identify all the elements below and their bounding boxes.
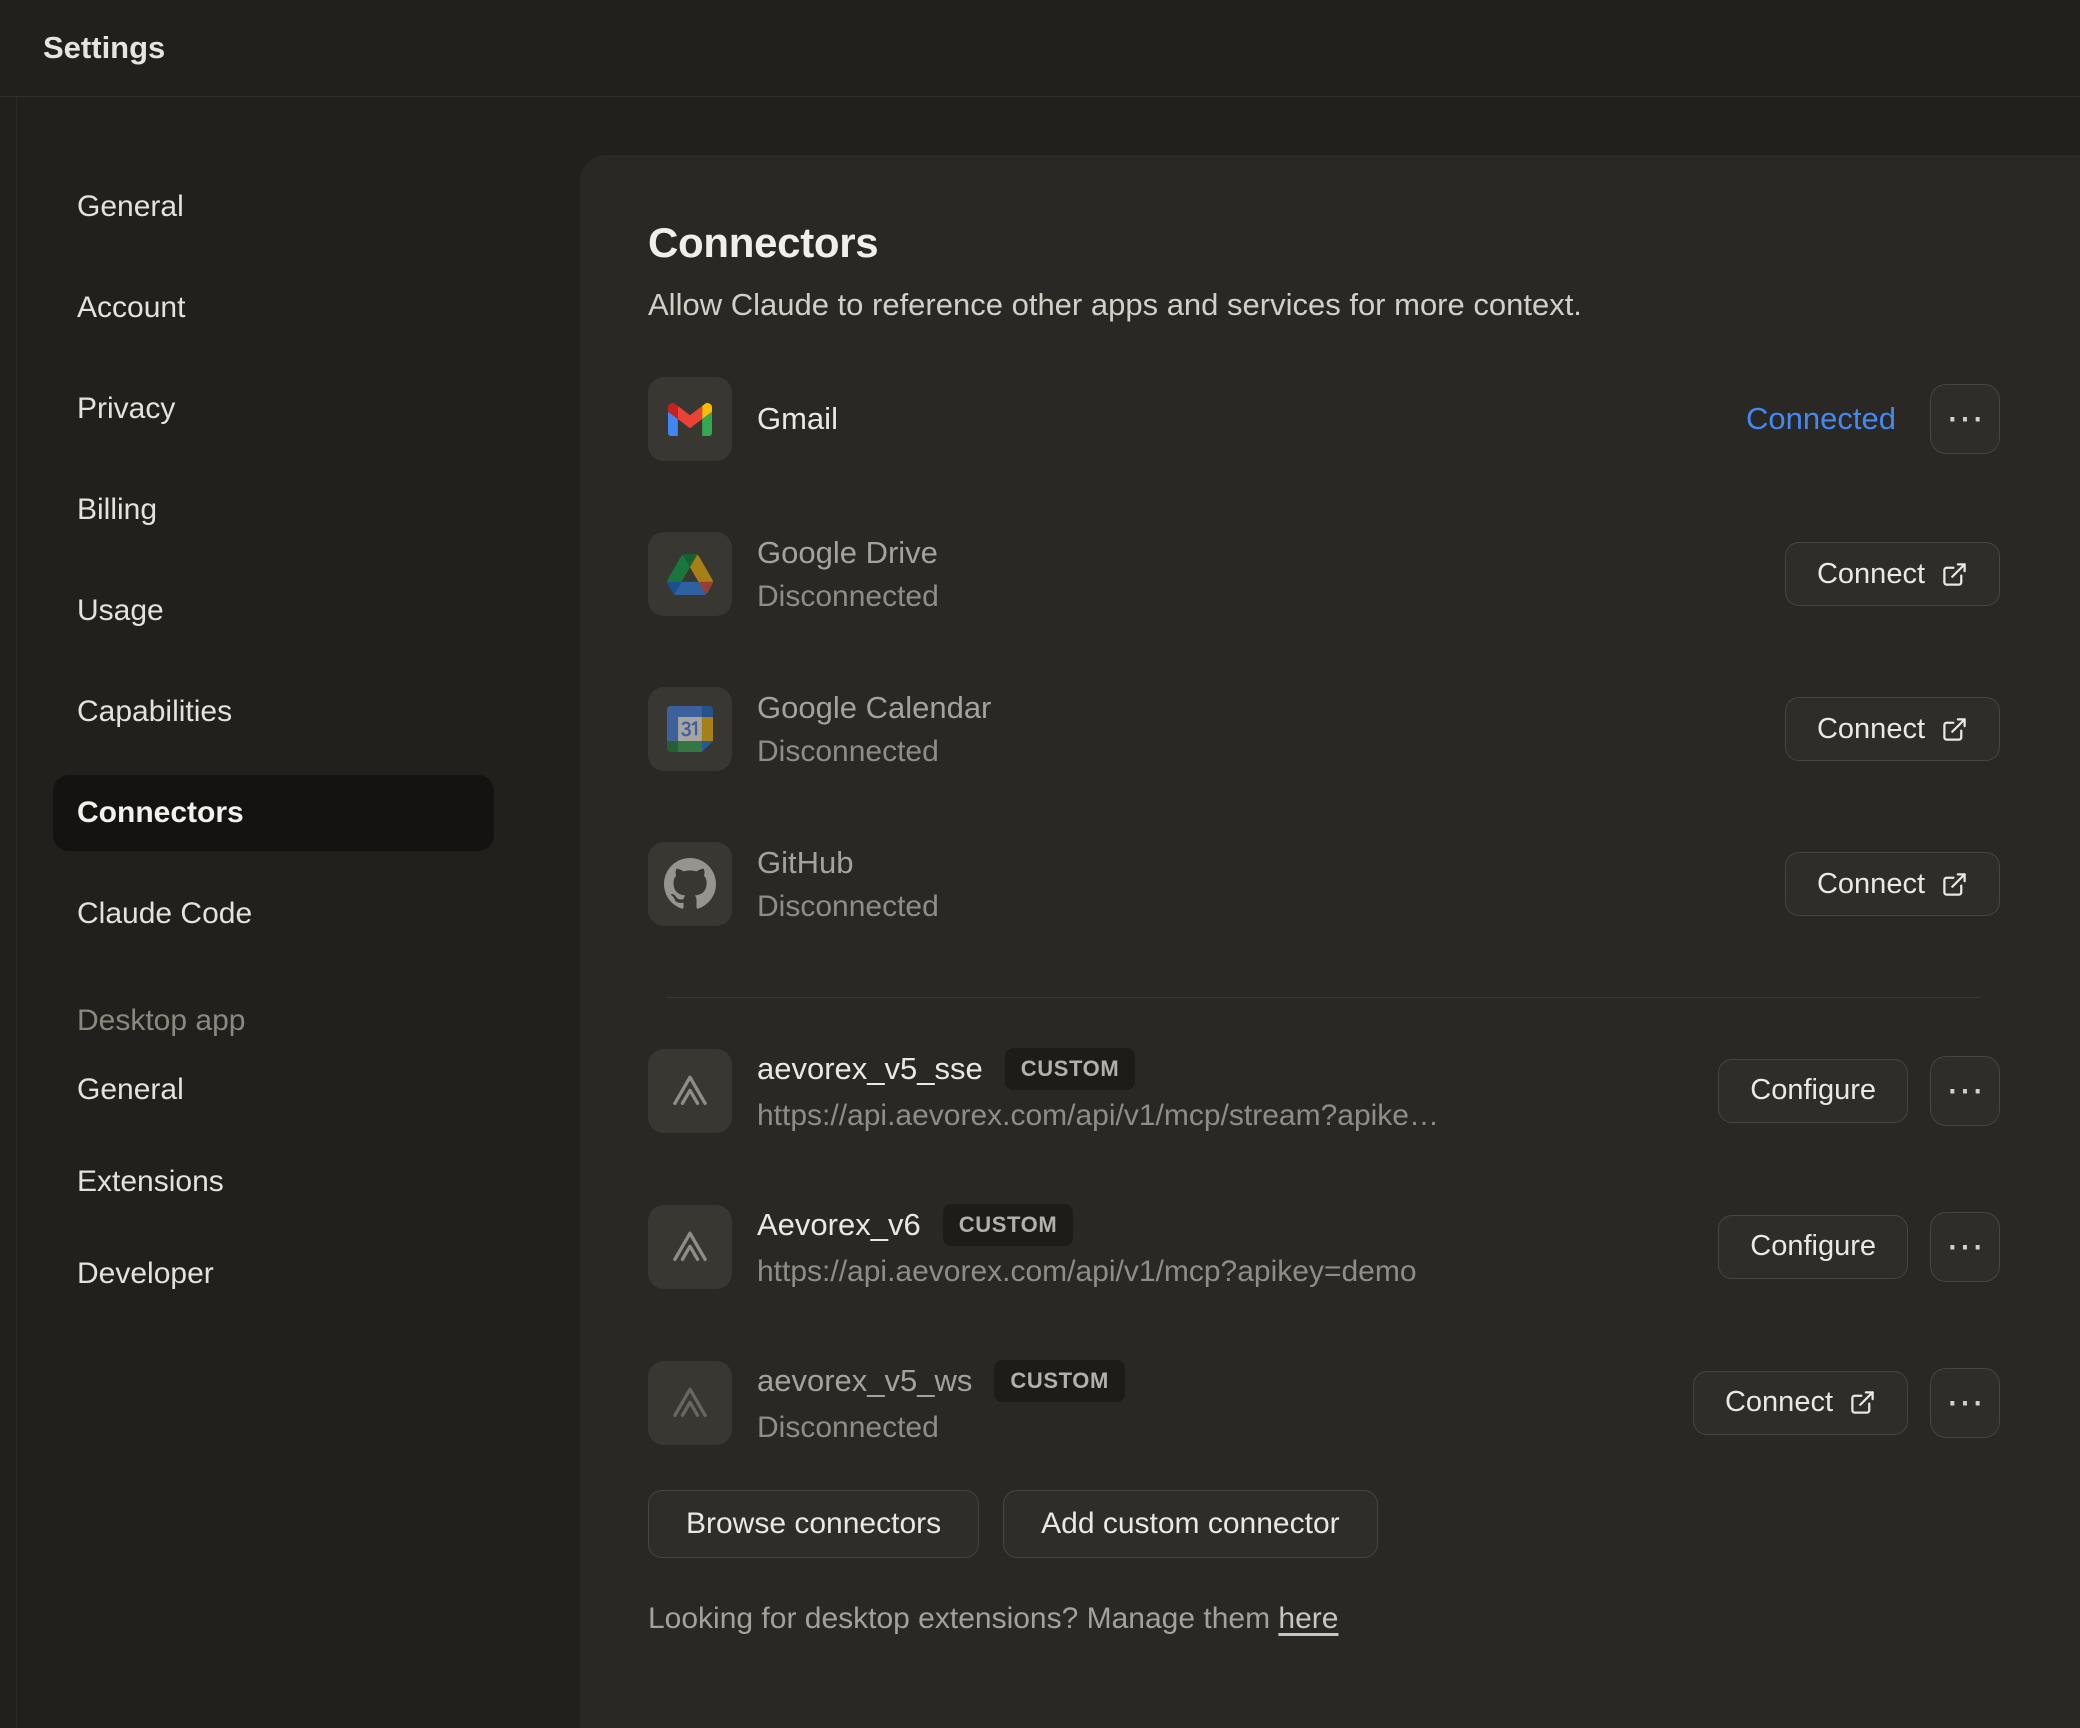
browse-connectors-label: Browse connectors [686, 1507, 941, 1541]
google-drive-icon [648, 532, 732, 616]
connector-name: Google Drive [757, 535, 939, 571]
sidebar-item-claude-code[interactable]: Claude Code [53, 876, 494, 952]
sidebar-item-label: Extensions [77, 1165, 224, 1199]
sidebar-item-developer[interactable]: Developer [53, 1236, 494, 1312]
sidebar-item-privacy[interactable]: Privacy [53, 371, 494, 447]
connector-name: Gmail [757, 401, 838, 437]
connector-row-aevorex-v5-sse: aevorex_v5_sse CUSTOM https://api.aevore… [648, 1048, 2000, 1133]
external-link-icon [1849, 1389, 1876, 1416]
sidebar-item-label: Capabilities [77, 695, 232, 729]
connector-url: https://api.aevorex.com/api/v1/mcp/strea… [757, 1099, 1439, 1133]
connect-button-label: Connect [1817, 558, 1925, 591]
connector-row-aevorex-v6: Aevorex_v6 CUSTOM https://api.aevorex.co… [648, 1204, 2000, 1289]
sidebar-item-label: General [77, 190, 184, 224]
configure-button-label: Configure [1750, 1074, 1876, 1107]
google-calendar-icon [648, 687, 732, 771]
left-edge-divider [16, 97, 17, 1728]
connector-status: Disconnected [757, 580, 939, 614]
sidebar-section-desktop-app: Desktop app [53, 1004, 580, 1038]
connected-status-link[interactable]: Connected [1746, 401, 1896, 437]
ellipsis-icon: ⋯ [1946, 400, 1984, 438]
github-icon [648, 842, 732, 926]
more-options-button[interactable]: ⋯ [1930, 1212, 2000, 1282]
sidebar-item-general[interactable]: General [53, 169, 494, 245]
connector-row-github: GitHub Disconnected Connect [648, 842, 2000, 926]
browse-connectors-button[interactable]: Browse connectors [648, 1490, 979, 1558]
connect-button-label: Connect [1817, 713, 1925, 746]
configure-button[interactable]: Configure [1718, 1215, 1908, 1279]
connector-row-google-drive: Google Drive Disconnected Connect [648, 532, 2000, 616]
connector-row-google-calendar: Google Calendar Disconnected Connect [648, 687, 2000, 771]
page-title: Settings [43, 30, 165, 66]
connector-status: Disconnected [757, 735, 991, 769]
aevorex-logo-icon [648, 1049, 732, 1133]
sidebar-item-label: Privacy [77, 392, 175, 426]
sidebar-item-extensions[interactable]: Extensions [53, 1144, 494, 1220]
configure-button[interactable]: Configure [1718, 1059, 1908, 1123]
footer-text: Looking for desktop extensions? Manage t… [648, 1602, 1278, 1635]
connect-button-label: Connect [1725, 1386, 1833, 1419]
custom-badge: CUSTOM [1005, 1048, 1136, 1090]
sidebar-item-account[interactable]: Account [53, 270, 494, 346]
sidebar-item-label: Developer [77, 1257, 214, 1291]
gmail-icon [648, 377, 732, 461]
configure-button-label: Configure [1750, 1230, 1876, 1263]
more-options-button[interactable]: ⋯ [1930, 384, 2000, 454]
connector-name: Google Calendar [757, 690, 991, 726]
ellipsis-icon: ⋯ [1946, 1072, 1984, 1110]
connector-row-gmail: Gmail Connected ⋯ [648, 377, 2000, 461]
connect-button[interactable]: Connect [1693, 1371, 1908, 1435]
sidebar-item-label: Usage [77, 594, 164, 628]
sidebar-item-label: Billing [77, 493, 157, 527]
sidebar-item-connectors[interactable]: Connectors [53, 775, 494, 851]
connector-row-aevorex-v5-ws: aevorex_v5_ws CUSTOM Disconnected Connec… [648, 1360, 2000, 1445]
sidebar: General Account Privacy Billing Usage Ca… [0, 97, 580, 1728]
more-options-button[interactable]: ⋯ [1930, 1056, 2000, 1126]
connector-name: Aevorex_v6 [757, 1207, 921, 1243]
more-options-button[interactable]: ⋯ [1930, 1368, 2000, 1438]
sidebar-item-capabilities[interactable]: Capabilities [53, 674, 494, 750]
connectors-panel: Connectors Allow Claude to reference oth… [580, 155, 2080, 1728]
custom-badge: CUSTOM [943, 1204, 1074, 1246]
ellipsis-icon: ⋯ [1946, 1384, 1984, 1422]
connector-url: https://api.aevorex.com/api/v1/mcp?apike… [757, 1255, 1417, 1289]
connector-name: aevorex_v5_ws [757, 1363, 972, 1399]
connector-name: aevorex_v5_sse [757, 1051, 983, 1087]
aevorex-logo-icon [648, 1361, 732, 1445]
desktop-extensions-note: Looking for desktop extensions? Manage t… [648, 1602, 2000, 1636]
sidebar-item-label: General [77, 1073, 184, 1107]
sidebar-item-label: Connectors [77, 796, 244, 830]
ellipsis-icon: ⋯ [1946, 1228, 1984, 1266]
connect-button[interactable]: Connect [1785, 852, 2000, 916]
external-link-icon [1941, 716, 1968, 743]
manage-extensions-link[interactable]: here [1278, 1602, 1338, 1635]
sidebar-item-desktop-general[interactable]: General [53, 1052, 494, 1128]
custom-badge: CUSTOM [994, 1360, 1125, 1402]
sidebar-item-label: Account [77, 291, 185, 325]
add-custom-connector-button[interactable]: Add custom connector [1003, 1490, 1378, 1558]
connector-status: Disconnected [757, 1411, 1125, 1445]
connect-button[interactable]: Connect [1785, 697, 2000, 761]
sidebar-item-usage[interactable]: Usage [53, 573, 494, 649]
titlebar: Settings [0, 0, 2080, 97]
panel-title: Connectors [648, 219, 2000, 267]
sidebar-item-label: Claude Code [77, 897, 252, 931]
external-link-icon [1941, 561, 1968, 588]
connector-status: Disconnected [757, 890, 939, 924]
aevorex-logo-icon [648, 1205, 732, 1289]
external-link-icon [1941, 871, 1968, 898]
add-custom-connector-label: Add custom connector [1041, 1507, 1340, 1541]
sidebar-item-billing[interactable]: Billing [53, 472, 494, 548]
section-divider [666, 997, 1980, 998]
connector-name: GitHub [757, 845, 939, 881]
connect-button-label: Connect [1817, 868, 1925, 901]
panel-subtitle: Allow Claude to reference other apps and… [648, 287, 2000, 323]
connect-button[interactable]: Connect [1785, 542, 2000, 606]
